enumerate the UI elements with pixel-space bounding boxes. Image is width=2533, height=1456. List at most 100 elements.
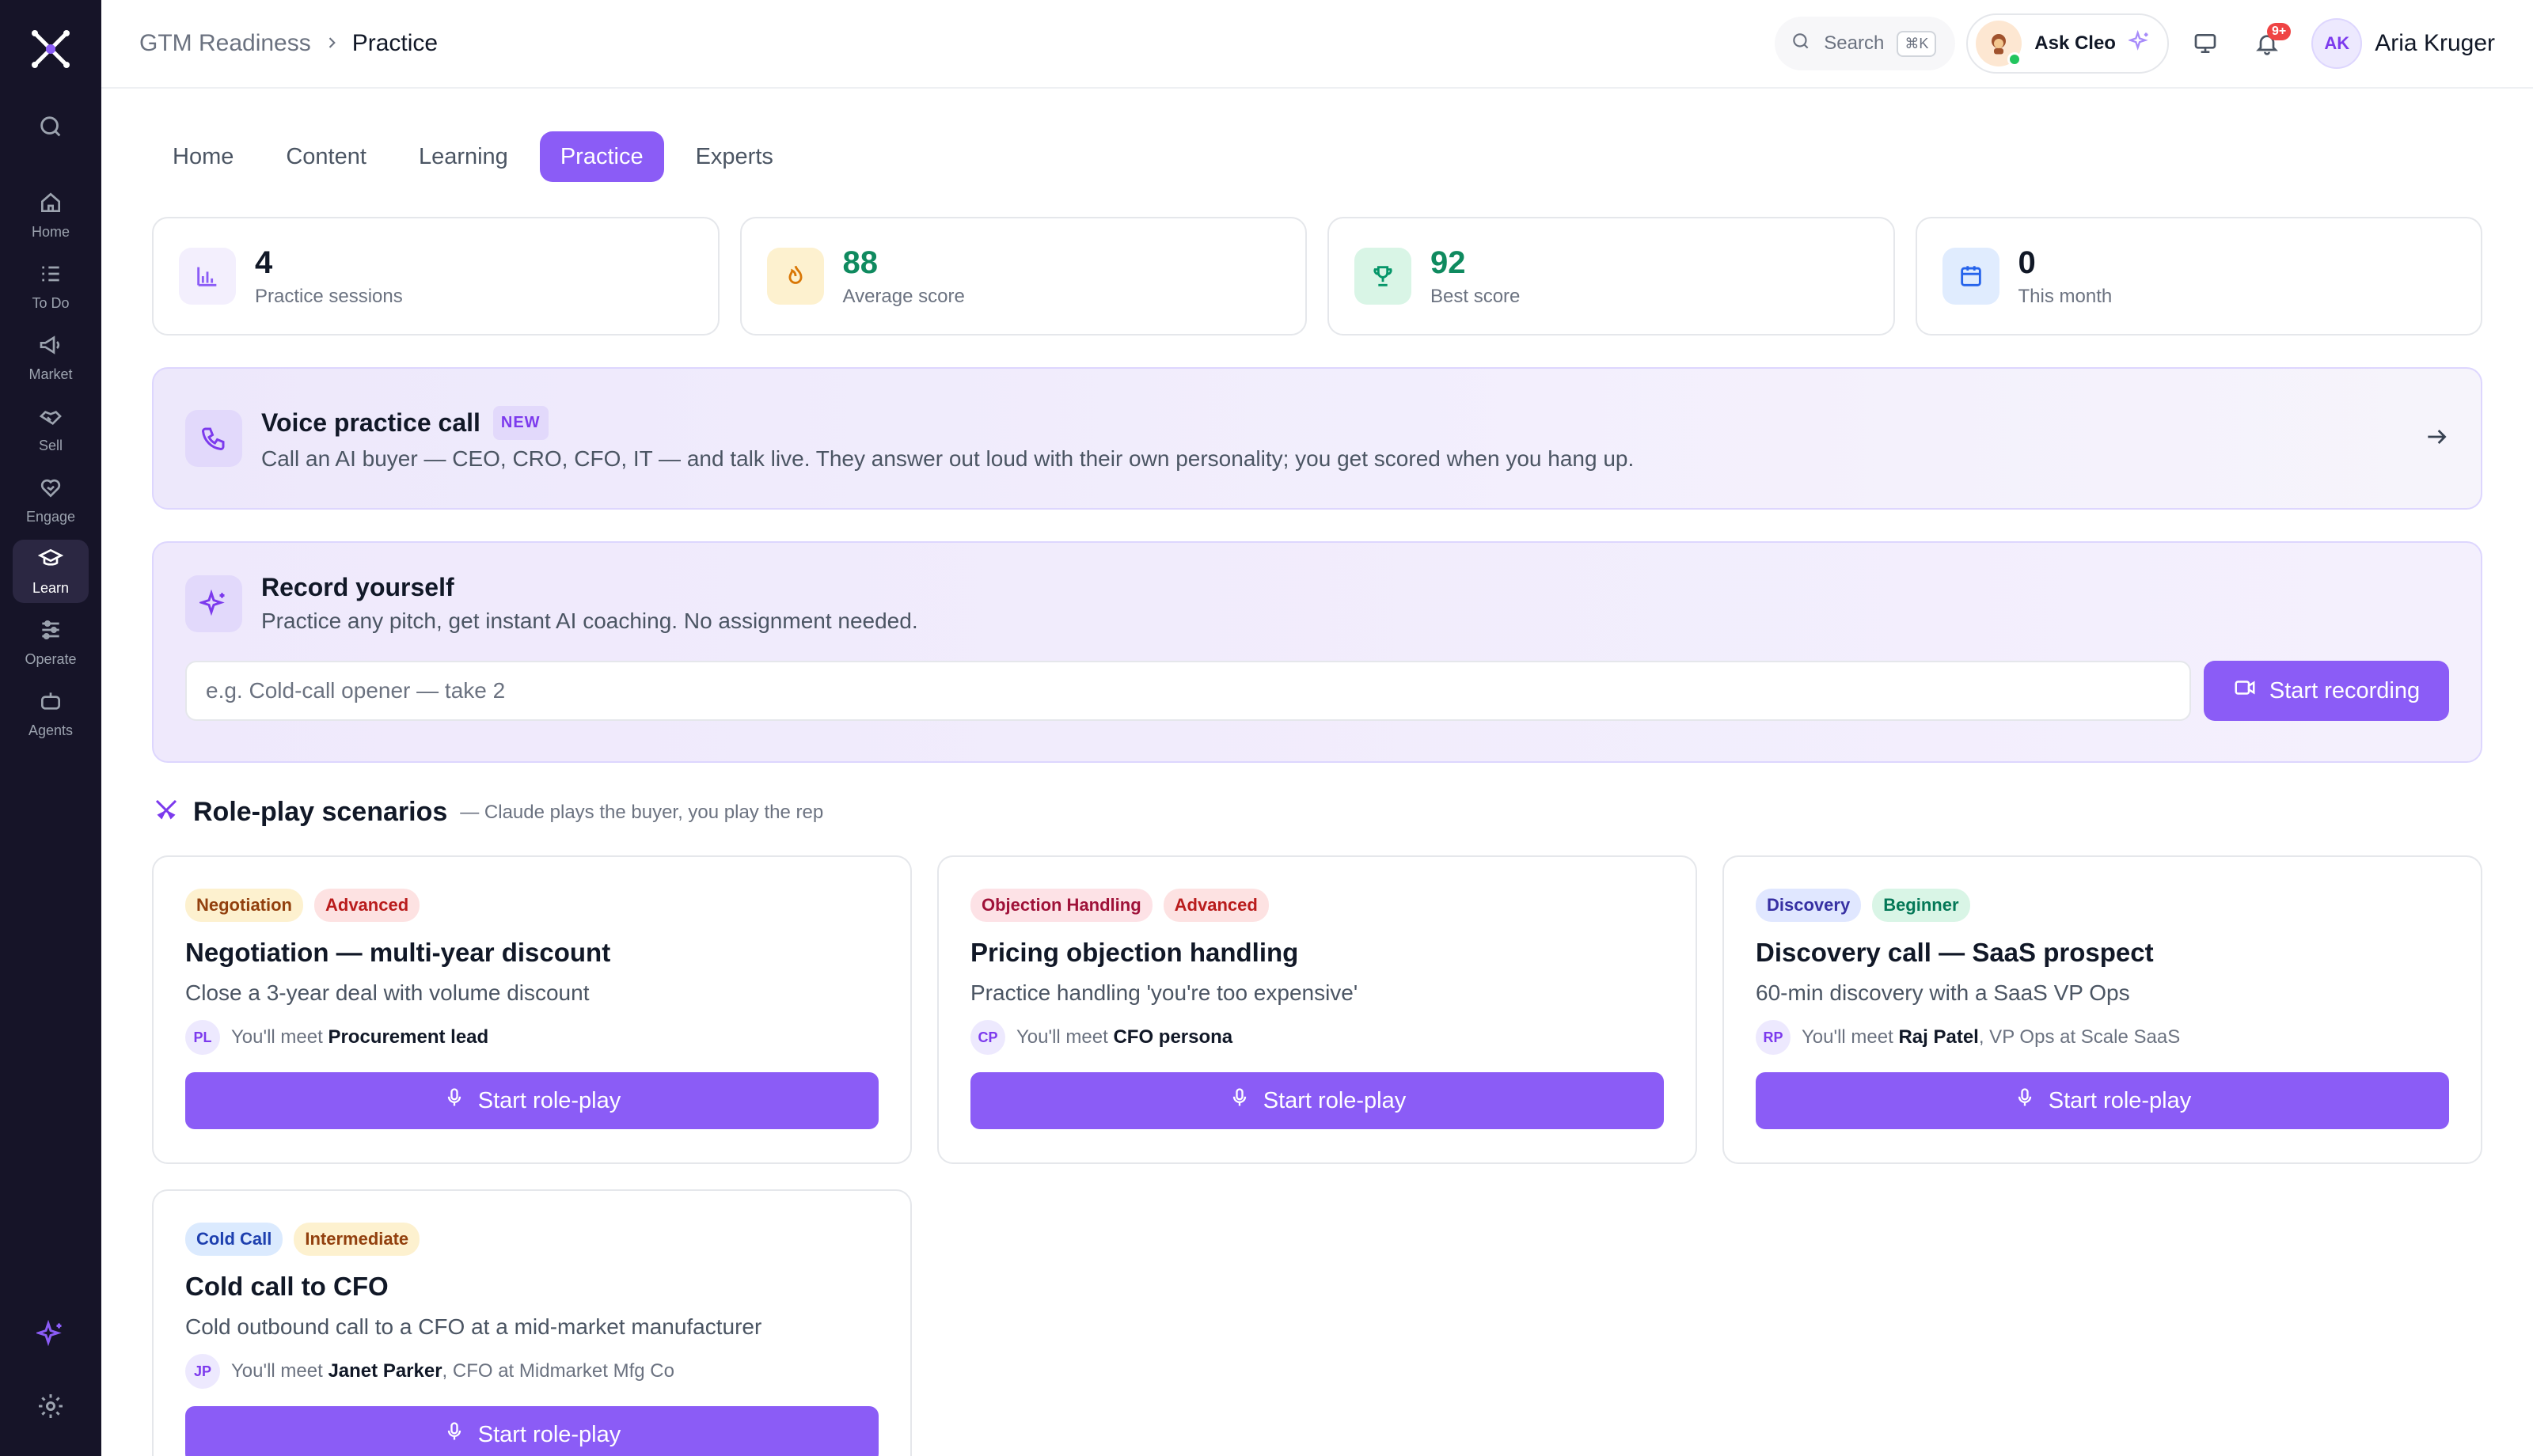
sidebar-item-label: Agents [28, 722, 74, 738]
microphone-icon [1229, 1086, 1251, 1115]
sidebar-item-operate[interactable]: Operate [13, 611, 89, 674]
phone-icon [185, 410, 242, 467]
sidebar-item-sell[interactable]: Sell [13, 397, 89, 461]
stat-card: 0 This month [1915, 217, 2482, 336]
stat-value: 92 [1430, 245, 1466, 280]
scenario-card: Cold Call Intermediate Cold call to CFO Col… [152, 1189, 912, 1456]
stat-value: 88 [842, 245, 879, 280]
tab-practice[interactable]: Practice [539, 131, 664, 182]
sidebar-item-to-do[interactable]: To Do [13, 255, 89, 318]
scenario-tag: Cold Call [185, 1223, 283, 1256]
stat-label: Best score [1430, 285, 1521, 307]
sidebar-item-label: Market [28, 366, 73, 382]
bot-icon [38, 688, 63, 718]
sidebar-item-label: Learn [32, 580, 70, 596]
breadcrumb-current: Practice [351, 30, 439, 56]
stat-value: 4 [255, 245, 273, 280]
topbar: GTM Readiness Practice Search ⌘K Ask Cle… [101, 0, 2533, 89]
tab-content[interactable]: Content [265, 131, 387, 182]
tab-experts[interactable]: Experts [675, 131, 794, 182]
sliders-icon [38, 617, 63, 646]
meet-prefix: You'll meet [1802, 1026, 1893, 1048]
persona-name: Janet Parker [328, 1360, 442, 1382]
microphone-icon [2014, 1086, 2036, 1115]
scenario-tag: Advanced [1163, 889, 1269, 922]
search-icon [1791, 31, 1811, 57]
sidebar-item-learn[interactable]: Learn [13, 540, 89, 603]
avatar: AK [2311, 18, 2363, 69]
search-shortcut: ⌘K [1897, 30, 1937, 57]
new-badge: NEW [492, 405, 549, 440]
checklist-icon [38, 261, 63, 290]
bar-chart-icon [179, 248, 236, 305]
scenario-tag: Intermediate [294, 1223, 420, 1256]
persona-avatar: CP [970, 1020, 1005, 1055]
persona-row: CP You'll meet CFO persona [970, 1020, 1664, 1055]
scenario-tag: Objection Handling [970, 889, 1153, 922]
persona-name: Procurement lead [328, 1026, 489, 1048]
scenario-tags: Discovery Beginner [1756, 889, 2449, 922]
sidebar-item-label: To Do [32, 295, 70, 311]
scenarios-subtitle: — Claude plays the buyer, you play the r… [460, 801, 824, 823]
stat-label: This month [2018, 285, 2113, 307]
start-role-play-button[interactable]: Start role-play [185, 1406, 879, 1456]
scenarios-header: Role-play scenarios — Claude plays the b… [152, 796, 2482, 828]
voice-practice-banner[interactable]: Voice practice call NEW Call an AI buyer… [152, 367, 2482, 510]
persona-name: Raj Patel [1898, 1026, 1979, 1048]
stat-value: 0 [2018, 245, 2036, 280]
stats-row: 4 Practice sessions 88 Average score 92 Best … [152, 217, 2482, 336]
video-camera-icon [2233, 676, 2257, 706]
stat-label: Practice sessions [255, 285, 403, 307]
scenario-title: Pricing objection handling [970, 938, 1299, 967]
scenario-description: Close a 3-year deal with volume discount [185, 980, 590, 1005]
tab-home[interactable]: Home [152, 131, 254, 182]
scenario-cards: Negotiation Advanced Negotiation — multi-y… [152, 855, 2482, 1456]
sidebar-item-label: Home [31, 224, 70, 240]
scenario-card: Discovery Beginner Discovery call — SaaS p… [1722, 855, 2482, 1164]
monitor-icon[interactable] [2180, 18, 2231, 69]
scenario-tag: Advanced [314, 889, 420, 922]
graduation-cap-icon [37, 546, 64, 575]
sidebar-item-market[interactable]: Market [13, 326, 89, 389]
home-icon [38, 190, 63, 219]
persona-name: CFO persona [1113, 1026, 1233, 1048]
arrow-right-icon[interactable] [2424, 424, 2449, 453]
persona-avatar: RP [1756, 1020, 1791, 1055]
sidebar-search-icon[interactable] [35, 111, 66, 142]
stat-card: 88 Average score [739, 217, 1307, 336]
notifications-bell-icon[interactable]: 9+ [2242, 18, 2292, 69]
sidebar-item-agents[interactable]: Agents [13, 682, 89, 745]
microphone-icon [443, 1086, 465, 1115]
sidebar: Home To Do Market Sell Engage Learn Operate Age… [0, 0, 101, 1456]
start-recording-button[interactable]: Start recording [2204, 661, 2449, 721]
global-search-button[interactable]: Search ⌘K [1775, 17, 1956, 70]
sidebar-item-home[interactable]: Home [13, 184, 89, 247]
stat-card: 4 Practice sessions [152, 217, 720, 336]
persona-avatar: JP [185, 1354, 220, 1389]
start-role-play-label: Start role-play [2048, 1087, 2192, 1113]
voice-practice-title: Voice practice call [261, 408, 480, 437]
microphone-icon [443, 1420, 465, 1449]
scenario-tag: Discovery [1756, 889, 1862, 922]
scenario-card: Objection Handling Advanced Pricing object… [937, 855, 1697, 1164]
record-title: Record yourself [261, 573, 454, 601]
scenario-tags: Negotiation Advanced [185, 889, 879, 922]
tab-learning[interactable]: Learning [398, 131, 529, 182]
sparkles-icon[interactable] [35, 1319, 65, 1352]
sidebar-nav: Home To Do Market Sell Engage Learn Operate Age… [13, 184, 89, 745]
start-role-play-button[interactable]: Start role-play [970, 1072, 1664, 1129]
recording-title-input[interactable] [185, 661, 2191, 721]
ask-cleo-button[interactable]: Ask Cleo [1966, 13, 2170, 74]
breadcrumb: GTM Readiness Practice [139, 30, 438, 57]
scenario-description: 60-min discovery with a SaaS VP Ops [1756, 980, 2130, 1005]
sidebar-item-engage[interactable]: Engage [13, 468, 89, 532]
settings-gear-icon[interactable] [36, 1392, 65, 1424]
start-role-play-button[interactable]: Start role-play [185, 1072, 879, 1129]
start-role-play-button[interactable]: Start role-play [1756, 1072, 2449, 1129]
start-role-play-label: Start role-play [477, 1087, 621, 1113]
user-menu[interactable]: AK Aria Kruger [2311, 18, 2495, 69]
breadcrumb-parent[interactable]: GTM Readiness [139, 30, 311, 57]
persona-row: RP You'll meet Raj Patel, VP Ops at Scale… [1756, 1020, 2449, 1055]
scenario-tags: Cold Call Intermediate [185, 1223, 879, 1256]
app-logo-icon[interactable] [28, 27, 73, 71]
